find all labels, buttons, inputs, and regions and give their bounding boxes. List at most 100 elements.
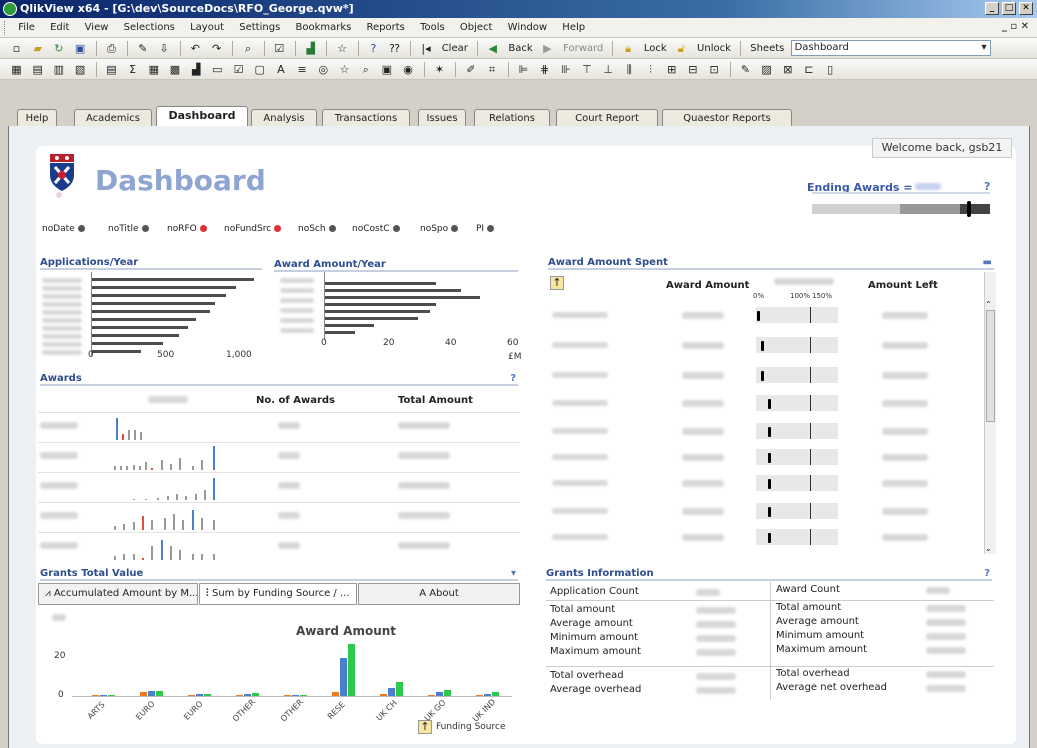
undo-icon[interactable]: ↶ xyxy=(187,40,204,57)
menu-layout[interactable]: Layout xyxy=(184,18,230,38)
flag-nocostc[interactable]: noCostC xyxy=(352,222,400,236)
container-icon[interactable]: ▣ xyxy=(378,61,395,78)
maximize-button[interactable]: □ xyxy=(1002,2,1016,15)
award-spent-table[interactable]: ↑ Award Amount Amount Left 0% 100% 150% … xyxy=(546,272,996,560)
mdi-controls[interactable]: _ ▫ ✕ xyxy=(1002,21,1029,32)
chart-icon[interactable]: ▟ xyxy=(188,61,205,78)
expand-arrow-icon[interactable]: ↑ xyxy=(550,276,564,290)
tab-sum-funding-source[interactable]: ⫶ Sum by Funding Source / ... xyxy=(199,583,357,605)
menu-object[interactable]: Object xyxy=(454,18,499,38)
table-box-icon[interactable]: ▩ xyxy=(167,61,184,78)
align-bottom-icon[interactable]: ⊥ xyxy=(600,61,617,78)
open-icon[interactable]: ▰ xyxy=(29,40,46,57)
space-vertical-icon[interactable]: ⫶ xyxy=(642,61,659,78)
search-icon[interactable]: ⌕ xyxy=(239,40,256,57)
document-properties-icon[interactable]: ▯ xyxy=(822,61,839,78)
award-spent-scrollbar[interactable]: ⌃ ⌄ xyxy=(984,272,996,554)
scrollbar-thumb[interactable] xyxy=(986,310,995,422)
flag-nofundsrc[interactable]: noFundSrc xyxy=(224,222,282,236)
flag-notitle[interactable]: noTitle xyxy=(108,222,149,236)
reload-icon[interactable]: ↻ xyxy=(50,40,67,57)
menu-window[interactable]: Window xyxy=(502,18,553,38)
expand-arrow-icon[interactable]: ↑ xyxy=(418,720,432,734)
align-right-icon[interactable]: ⊪ xyxy=(557,61,574,78)
menu-edit[interactable]: Edit xyxy=(44,18,75,38)
sheet-object-icon[interactable]: ▥ xyxy=(50,61,67,78)
tab-dashboard[interactable]: Dashboard xyxy=(156,106,248,128)
print-icon[interactable]: ⎙ xyxy=(103,40,120,57)
new-icon[interactable]: ▫ xyxy=(8,40,25,57)
custom-object-icon[interactable]: ◉ xyxy=(400,61,417,78)
current-selections-icon[interactable]: ☑ xyxy=(271,40,288,57)
text-object-icon[interactable]: A xyxy=(272,61,289,78)
slider-icon[interactable]: ◎ xyxy=(315,61,332,78)
tab-about[interactable]: A About xyxy=(358,583,520,605)
flag-nosch[interactable]: noSch xyxy=(298,222,336,236)
flag-nospo[interactable]: noSpo xyxy=(420,222,459,236)
applications-year-chart[interactable]: 0 500 1,000 xyxy=(38,272,264,372)
menu-bookmarks[interactable]: Bookmarks xyxy=(289,18,357,38)
flag-norfo[interactable]: noRFO xyxy=(167,222,207,236)
variables-icon[interactable]: ⊏ xyxy=(801,61,818,78)
edit-script-icon[interactable]: ✎ xyxy=(134,40,151,57)
chart-wizard-icon[interactable]: ▟ xyxy=(302,40,319,57)
new-sheet-icon[interactable]: ▦ xyxy=(8,61,25,78)
close-button[interactable]: ✕ xyxy=(1019,2,1033,15)
statistics-box-icon[interactable]: Σ xyxy=(124,61,141,78)
awards-table[interactable]: No. of Awards Total Amount xyxy=(38,388,520,560)
tab-accumulated-amount[interactable]: ⩘ Accumulated Amount by M... xyxy=(38,583,198,605)
properties-icon[interactable]: ✎ xyxy=(737,61,754,78)
wizard-icon[interactable]: ✶ xyxy=(431,61,448,78)
bookmark-object-icon[interactable]: ☆ xyxy=(336,61,353,78)
minimize-button[interactable]: _ xyxy=(985,2,999,15)
reload-data-icon[interactable]: ⇩ xyxy=(156,40,173,57)
lock-button[interactable]: Lock xyxy=(641,40,670,57)
menu-tools[interactable]: Tools xyxy=(414,18,451,38)
space-horizontal-icon[interactable]: ⫼ xyxy=(621,61,638,78)
grid-icon[interactable]: ⌗ xyxy=(484,61,501,78)
menu-file[interactable]: File xyxy=(12,18,41,38)
current-selections-box-icon[interactable]: ☑ xyxy=(230,61,247,78)
unlock-button[interactable]: Unlock xyxy=(694,40,734,57)
line-arrow-icon[interactable]: ≡ xyxy=(294,61,311,78)
clear-button[interactable]: Clear xyxy=(439,40,471,57)
align-left-icon[interactable]: ⊫ xyxy=(515,61,532,78)
menu-reports[interactable]: Reports xyxy=(361,18,411,38)
help-icon[interactable]: ? xyxy=(365,40,382,57)
flag-nodate[interactable]: noDate xyxy=(42,222,85,236)
same-size-icon[interactable]: ⊡ xyxy=(706,61,723,78)
menu-view[interactable]: View xyxy=(79,18,115,38)
search-object-icon[interactable]: ⌕ xyxy=(357,61,374,78)
same-width-icon[interactable]: ⊞ xyxy=(663,61,680,78)
flag-pi[interactable]: PI xyxy=(476,222,495,236)
menu-settings[interactable]: Settings xyxy=(233,18,286,38)
award-spent-minimize-icon[interactable]: ▬ xyxy=(983,257,992,269)
multi-box-icon[interactable]: ▦ xyxy=(145,61,162,78)
grants-info-help-icon[interactable]: ? xyxy=(984,568,990,580)
edit-module-icon[interactable]: ▨ xyxy=(758,61,775,78)
input-box-icon[interactable]: ▭ xyxy=(209,61,226,78)
sheets-dropdown[interactable]: Dashboard xyxy=(790,40,991,56)
first-selection-icon[interactable]: |◂ xyxy=(418,40,435,57)
redo-icon[interactable]: ↷ xyxy=(208,40,225,57)
align-center-icon[interactable]: ⋕ xyxy=(536,61,553,78)
align-top-icon[interactable]: ⊤ xyxy=(578,61,595,78)
list-box-icon[interactable]: ▤ xyxy=(103,61,120,78)
button-icon[interactable]: ▢ xyxy=(251,61,268,78)
sheet-properties-icon[interactable]: ▤ xyxy=(29,61,46,78)
grants-chart[interactable]: Award Amount 20 0 ↑ Funding Source ARTS E… xyxy=(38,606,520,742)
grants-total-dropdown-icon[interactable]: ▾ xyxy=(511,568,516,580)
back-button[interactable]: Back xyxy=(505,40,535,57)
save-icon[interactable]: ▣ xyxy=(72,40,89,57)
expression-icon[interactable]: ⊠ xyxy=(779,61,796,78)
menu-selections[interactable]: Selections xyxy=(118,18,181,38)
awards-help-icon[interactable]: ? xyxy=(510,373,516,385)
same-height-icon[interactable]: ⊟ xyxy=(684,61,701,78)
award-year-chart[interactable]: 0 20 40 60 £M xyxy=(272,272,522,372)
context-help-icon[interactable]: ⁇ xyxy=(386,40,403,57)
format-painter-icon[interactable]: ✐ xyxy=(462,61,479,78)
forward-button[interactable]: Forward xyxy=(560,40,606,57)
favorite-icon[interactable]: ☆ xyxy=(334,40,351,57)
menu-help[interactable]: Help xyxy=(556,18,591,38)
sheet-list-icon[interactable]: ▧ xyxy=(72,61,89,78)
